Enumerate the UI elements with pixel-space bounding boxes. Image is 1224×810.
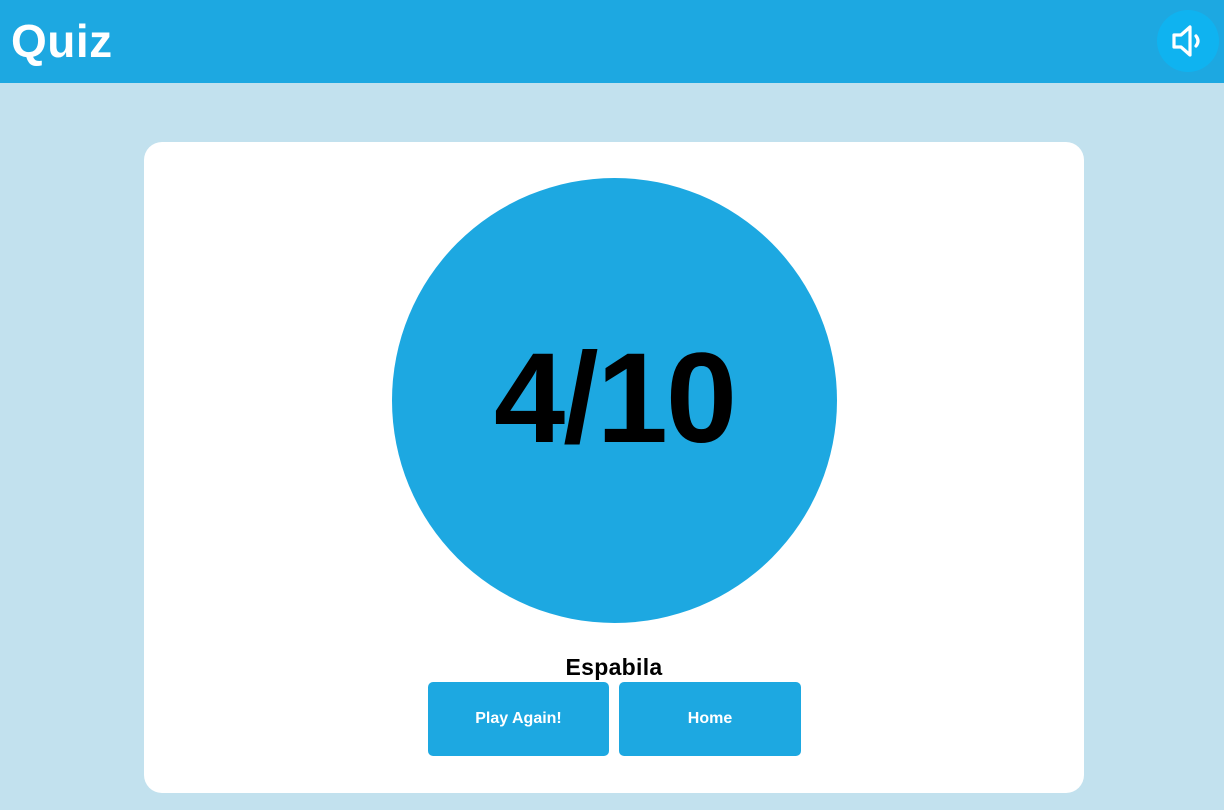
play-again-button[interactable]: Play Again! [428, 682, 609, 756]
home-button[interactable]: Home [619, 682, 801, 756]
top-bar: Quiz [0, 0, 1224, 83]
score-circle: 4/10 [392, 178, 837, 623]
sound-toggle-button[interactable] [1157, 10, 1219, 72]
result-card: 4/10 Espabila Play Again! Home [144, 142, 1084, 793]
score-value: 4/10 [493, 326, 737, 470]
result-message: Espabila [565, 654, 663, 680]
speaker-icon [1168, 21, 1208, 61]
app-title: Quiz [11, 15, 113, 67]
